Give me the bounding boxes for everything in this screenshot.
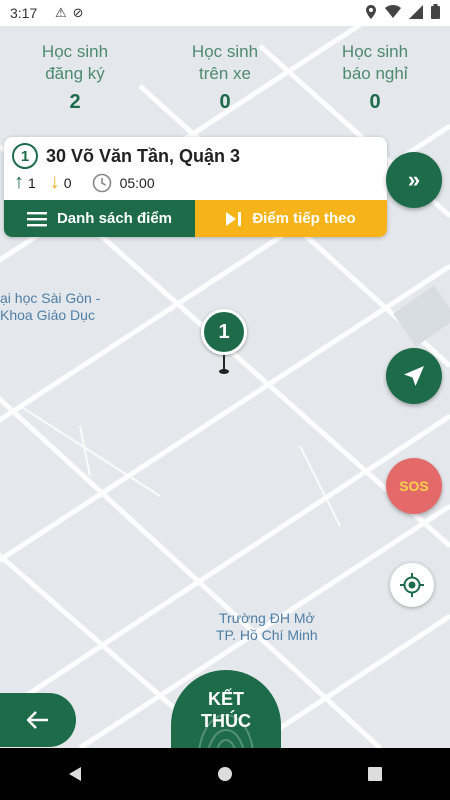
stat-label: Học sinh báo nghỉ	[341, 42, 409, 83]
status-bar: 3:17 ⚠ ⊘	[0, 0, 450, 26]
stat-label: Học sinh đăng ký	[41, 42, 109, 83]
menu-icon	[26, 211, 47, 226]
marker-base	[219, 369, 229, 374]
sos-button[interactable]: SOS	[386, 458, 442, 514]
forward-button[interactable]: »	[386, 152, 442, 208]
double-chevron-right-icon: »	[407, 167, 421, 192]
map-label-university-sai-gon: ại học Sài Gòn - Khoa Giáo Dục	[0, 290, 101, 323]
signal-icon	[409, 4, 423, 19]
pickup-count: 1	[28, 174, 36, 191]
nav-recents-icon[interactable]	[367, 766, 383, 782]
navigation-arrow-icon	[404, 366, 424, 386]
student-stats: Học sinh đăng ký 2 Học sinh trên xe 0 Học …	[0, 26, 450, 126]
crosshair-icon	[400, 573, 424, 597]
arrow-left-icon	[27, 711, 48, 729]
stat-absent: Học sinh báo nghỉ 0	[315, 26, 435, 126]
stat-on-bus: Học sinh trên xe 0	[165, 26, 285, 126]
map-label-open-university: Trường ĐH Mở TP. Hồ Chí Minh	[216, 610, 318, 643]
skip-next-icon	[226, 211, 242, 226]
battery-icon	[431, 4, 440, 19]
stat-registered: Học sinh đăng ký 2	[15, 26, 135, 126]
stop-address: 30 Võ Văn Tần, Quận 3	[46, 145, 241, 166]
stop-time: 05:00	[119, 174, 155, 191]
stop-card: 1 30 Võ Văn Tần, Quận 3 ↑ 1 ↓ 0 05:00 Da…	[4, 137, 387, 237]
back-button[interactable]	[0, 693, 76, 747]
stat-value: 0	[369, 91, 381, 113]
stop-list-button[interactable]: Danh sách điểm	[4, 200, 195, 237]
stat-value: 2	[69, 91, 81, 113]
arrow-up-icon: ↑	[14, 171, 24, 193]
next-stop-label: Điểm tiếp theo	[252, 210, 356, 227]
sos-label: SOS	[399, 478, 429, 494]
wifi-icon	[385, 5, 401, 18]
location-icon	[366, 4, 376, 19]
stat-value: 0	[219, 91, 231, 113]
stat-label: Học sinh trên xe	[191, 42, 259, 83]
nav-home-icon[interactable]	[217, 766, 233, 782]
my-location-button[interactable]	[390, 563, 434, 607]
stop-index-badge: 1	[12, 143, 38, 169]
system-nav-bar	[0, 748, 450, 800]
arrow-down-icon: ↓	[49, 171, 60, 193]
next-stop-button[interactable]: Điểm tiếp theo	[195, 200, 387, 237]
status-time: 3:17	[10, 5, 38, 21]
navigate-button[interactable]	[386, 348, 442, 404]
stop-list-label: Danh sách điểm	[56, 210, 173, 227]
dropoff-count: 0	[63, 174, 72, 191]
clock-icon	[92, 173, 111, 192]
stop-map-marker[interactable]: 1	[201, 309, 247, 355]
warning-icon: ⚠	[55, 5, 67, 20]
nav-back-icon[interactable]	[67, 766, 83, 782]
end-trip-label: KẾT THÚC	[201, 689, 251, 731]
sync-icon: ⊘	[72, 5, 84, 20]
